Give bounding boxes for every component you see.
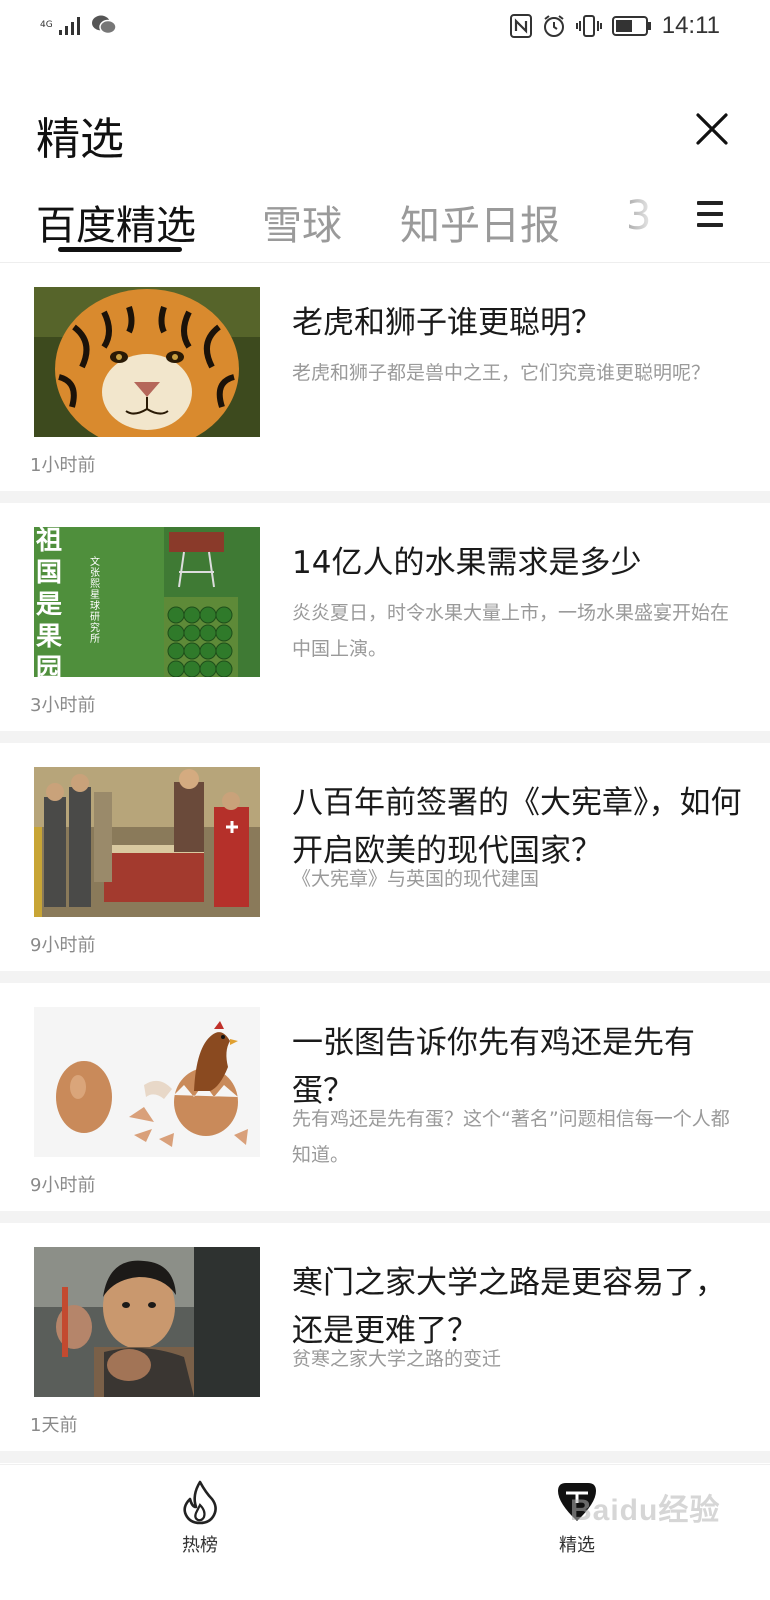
bottom-nav: 热榜 精选 Baidu经验	[0, 1464, 770, 1600]
article-card[interactable]: 老虎和狮子谁更聪明？ 老虎和狮子都是兽中之王，它们究竟谁更聪明呢？ 1小时前	[0, 263, 770, 503]
article-time: 9小时前	[30, 1175, 96, 1196]
nfc-icon	[509, 14, 532, 38]
close-icon	[696, 113, 728, 145]
menu-button[interactable]	[697, 201, 723, 229]
signal-icon	[58, 17, 80, 35]
vibrate-icon	[575, 15, 602, 37]
article-thumbnail-boy	[34, 1247, 260, 1397]
wechat-icon	[91, 15, 117, 35]
active-tab-indicator	[58, 247, 182, 252]
menu-icon-line	[697, 212, 723, 216]
article-thumbnail-tiger	[34, 287, 260, 437]
menu-icon-line	[697, 201, 723, 205]
page-title: 精选	[36, 114, 124, 165]
article-description: 老虎和狮子都是兽中之王，它们究竟谁更聪明呢？	[292, 362, 711, 384]
thumbnail-overlay-subtext: 文 张熙 星球研究所	[90, 557, 100, 645]
article-time: 1小时前	[30, 455, 96, 476]
article-time: 1天前	[30, 1415, 78, 1436]
article-title: 14亿人的水果需求是多少	[292, 545, 642, 581]
article-card[interactable]: 一张图告诉你先有鸡还是先有蛋？ 先有鸡还是先有蛋？这个“著名”问题相信每一个人都…	[0, 983, 770, 1223]
menu-icon-line	[697, 223, 723, 227]
article-feed[interactable]: 老虎和狮子谁更聪明？ 老虎和狮子都是兽中之王，它们究竟谁更聪明呢？ 1小时前 祖…	[0, 263, 770, 1463]
article-card[interactable]: 祖国是果园 文 张熙 星球研究所 14亿人的水果需求是多少 炎炎夏日，时令水果大…	[0, 503, 770, 743]
article-thumbnail-magna-carta	[34, 767, 260, 917]
tab-xueqiu[interactable]: 雪球	[262, 193, 342, 251]
tab-bar: 百度精选 雪球 知乎日报 3	[0, 185, 770, 265]
article-thumbnail-fruit: 祖国是果园 文 张熙 星球研究所	[34, 527, 260, 677]
article-time: 3小时前	[30, 695, 96, 716]
nav-label: 热榜	[182, 1535, 218, 1556]
article-description: 炎炎夏日，时令水果大量上市，一场水果盛宴开始在中国上演。	[292, 602, 730, 660]
article-thumbnail-egg-chicken	[34, 1007, 260, 1157]
flame-icon	[183, 1480, 217, 1525]
article-description: 贫寒之家大学之路的变迁	[292, 1348, 502, 1370]
article-card[interactable]: 八百年前签署的《大宪章》，如何开启欧美的现代国家？ 《大宪章》与英国的现代建国 …	[0, 743, 770, 983]
status-right: 14:11	[509, 12, 720, 40]
clock: 14:11	[661, 12, 720, 39]
nav-hot-list[interactable]: 热榜	[140, 1479, 260, 1557]
article-time: 9小时前	[30, 935, 96, 956]
article-title: 老虎和狮子谁更聪明？	[292, 305, 602, 341]
article-card[interactable]: 寒门之家大学之路是更容易了，还是更难了？ 贫寒之家大学之路的变迁 1天前	[0, 1223, 770, 1463]
status-bar: 4G 14:11	[0, 0, 770, 60]
tab-zhihu-daily[interactable]: 知乎日报	[400, 193, 560, 251]
alarm-icon	[543, 15, 564, 37]
article-description: 《大宪章》与英国的现代建国	[292, 868, 540, 890]
network-type: 4G	[40, 19, 53, 30]
nav-label: 精选	[559, 1535, 595, 1556]
battery-icon	[611, 16, 651, 36]
header: 精选	[0, 95, 770, 175]
tab-baidu-featured[interactable]: 百度精选	[36, 193, 196, 251]
close-button[interactable]	[692, 109, 732, 149]
thumbnail-overlay-text: 祖国是果园	[36, 527, 63, 677]
status-left: 4G	[40, 14, 117, 36]
article-description: 先有鸡还是先有蛋？这个“著名”问题相信每一个人都知道。	[292, 1108, 730, 1166]
baidu-watermark: Baidu经验	[570, 1494, 721, 1527]
